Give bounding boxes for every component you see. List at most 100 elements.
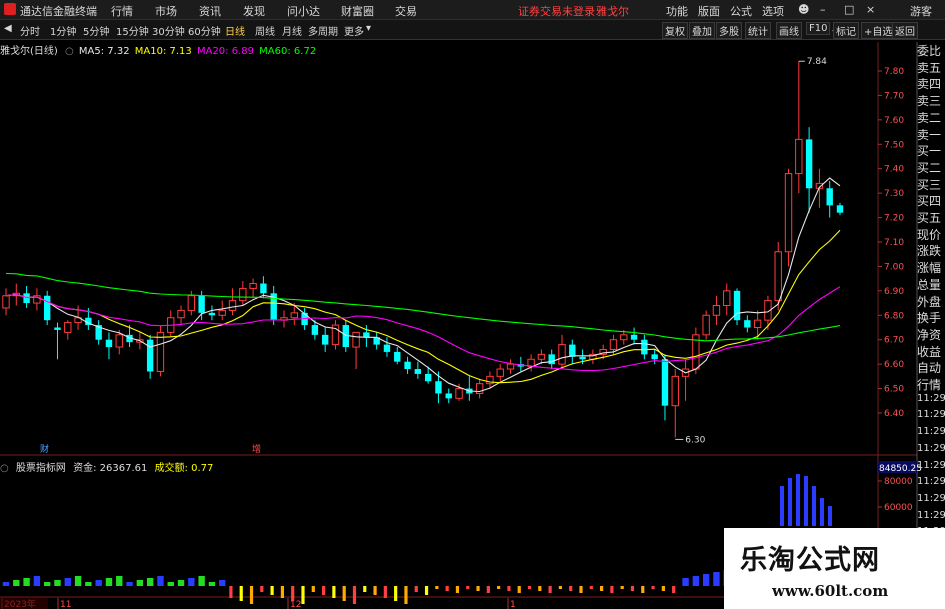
candle-body	[630, 334, 638, 340]
side-panel-item: 换手	[917, 311, 942, 326]
indicator-bar	[599, 586, 604, 591]
indicator-bar	[136, 580, 144, 586]
candle-body	[228, 300, 237, 311]
candle-body	[579, 356, 586, 360]
indicator-bar	[126, 582, 133, 586]
indicator-name: 股票指标网	[15, 463, 66, 474]
side-panel-item: 现价	[917, 227, 942, 242]
side-panel-item: 卖五	[917, 60, 942, 75]
indicator-bar	[517, 586, 521, 593]
candle-body	[774, 251, 782, 302]
indicator-bar	[641, 586, 645, 593]
indicator-bar	[74, 576, 82, 586]
side-panel-item: 买四	[917, 194, 942, 209]
candle-body	[455, 388, 463, 399]
indicator-bar	[311, 586, 315, 592]
price-tick-label: 7.30	[884, 189, 904, 199]
candle-body	[445, 393, 452, 399]
indicator-bar	[548, 586, 552, 593]
indicator-bar	[219, 580, 226, 586]
candle-body	[208, 312, 216, 316]
indicator-bar	[2, 582, 10, 586]
volume-spike-bar	[820, 498, 824, 526]
candle-body	[23, 293, 30, 304]
side-panel-item[interactable]: 行情	[917, 376, 945, 393]
indicator-bar	[445, 586, 449, 591]
indicator-bar	[702, 574, 710, 586]
side-panel-item: 收益	[917, 344, 942, 359]
indicator-bar	[455, 586, 460, 593]
indicator-bar	[383, 586, 387, 598]
price-tick-label: 7.80	[884, 67, 904, 77]
indicator-bar	[198, 576, 205, 586]
candle-body	[609, 339, 618, 350]
candle-body	[558, 344, 566, 365]
indicator-bar	[13, 580, 20, 586]
high-price-label: 7.84	[807, 57, 827, 67]
side-panel-item: 委比	[917, 44, 942, 58]
candle-body	[156, 331, 165, 372]
indicator-bar	[497, 586, 501, 589]
ma-dot-icon: ○	[65, 46, 74, 57]
candle-body	[64, 322, 72, 333]
candle-body	[54, 327, 61, 330]
indicator-bar	[538, 586, 542, 591]
kline-chart[interactable]: 7.80 7.70 7.60 7.50 7.40 7.30 7.20 7.10 7.00 6.90…	[0, 0, 945, 609]
indicator-bar	[116, 576, 123, 586]
candle-body	[352, 331, 360, 348]
side-panel-item: 卖四	[917, 77, 942, 92]
indicator-bar	[208, 582, 216, 586]
candle-body	[723, 290, 731, 307]
side-panel-item[interactable]: 自动	[917, 359, 945, 376]
indicator-bar	[373, 586, 377, 595]
candle-body	[826, 188, 833, 206]
candle-body	[146, 339, 154, 372]
watermark-logo: 乐淘公式网 www.60lt.com	[724, 528, 945, 609]
price-tick-label: 6.40	[884, 409, 904, 419]
indicator-bar	[394, 586, 398, 601]
indicator-bar	[54, 580, 61, 586]
indicator-bar	[177, 580, 185, 586]
candle-body	[321, 334, 329, 345]
price-tick-label: 6.70	[884, 336, 904, 346]
indicator-bar	[363, 586, 367, 592]
candle-body	[43, 295, 51, 321]
ma-legend: 雅戈尔(日线) ○ MA5: 7.32 MA10: 7.13 MA20: 6.8…	[0, 42, 318, 57]
volume-spike-bar	[796, 474, 800, 526]
candle-body	[671, 375, 679, 407]
date-axis-highlight	[0, 598, 48, 609]
indicator-bar	[239, 586, 243, 601]
side-panel-item: 买一	[917, 144, 942, 159]
candle-body	[363, 332, 370, 338]
indicator-bar	[527, 586, 532, 589]
candle-body	[836, 205, 844, 213]
candle-body	[249, 283, 257, 289]
candle-body	[744, 320, 751, 328]
ma5-value: MA5: 7.32	[78, 46, 130, 57]
indicator-bar	[270, 586, 274, 595]
side-panel-item: 11:29	[917, 476, 945, 488]
indicator-bar	[466, 586, 470, 589]
candle-body	[424, 373, 432, 382]
candle-body	[177, 309, 185, 319]
candle-body	[218, 309, 226, 316]
candle-body	[414, 369, 422, 374]
indicator-bar	[43, 582, 51, 586]
ma10-value: MA10: 7.13	[134, 46, 192, 57]
volume-spike-bar	[828, 506, 832, 526]
volume-spike-bar	[780, 486, 784, 526]
volume-axis-top: 84850.25	[879, 464, 922, 474]
candle-body	[435, 381, 442, 394]
candle-body	[239, 287, 247, 302]
price-tick-label: 7.00	[884, 262, 904, 272]
candle-body	[805, 139, 813, 189]
side-panel-item: 卖一	[917, 127, 942, 142]
indicator-bar	[280, 586, 284, 598]
side-panel-item: 买三	[917, 177, 942, 192]
price-tick-label: 7.60	[884, 116, 904, 126]
indicator-bar	[558, 586, 562, 589]
candle-body	[753, 319, 762, 328]
date-axis-label: 1	[510, 600, 516, 609]
candle-body	[394, 351, 401, 362]
low-price-label: 6.30	[685, 435, 705, 445]
